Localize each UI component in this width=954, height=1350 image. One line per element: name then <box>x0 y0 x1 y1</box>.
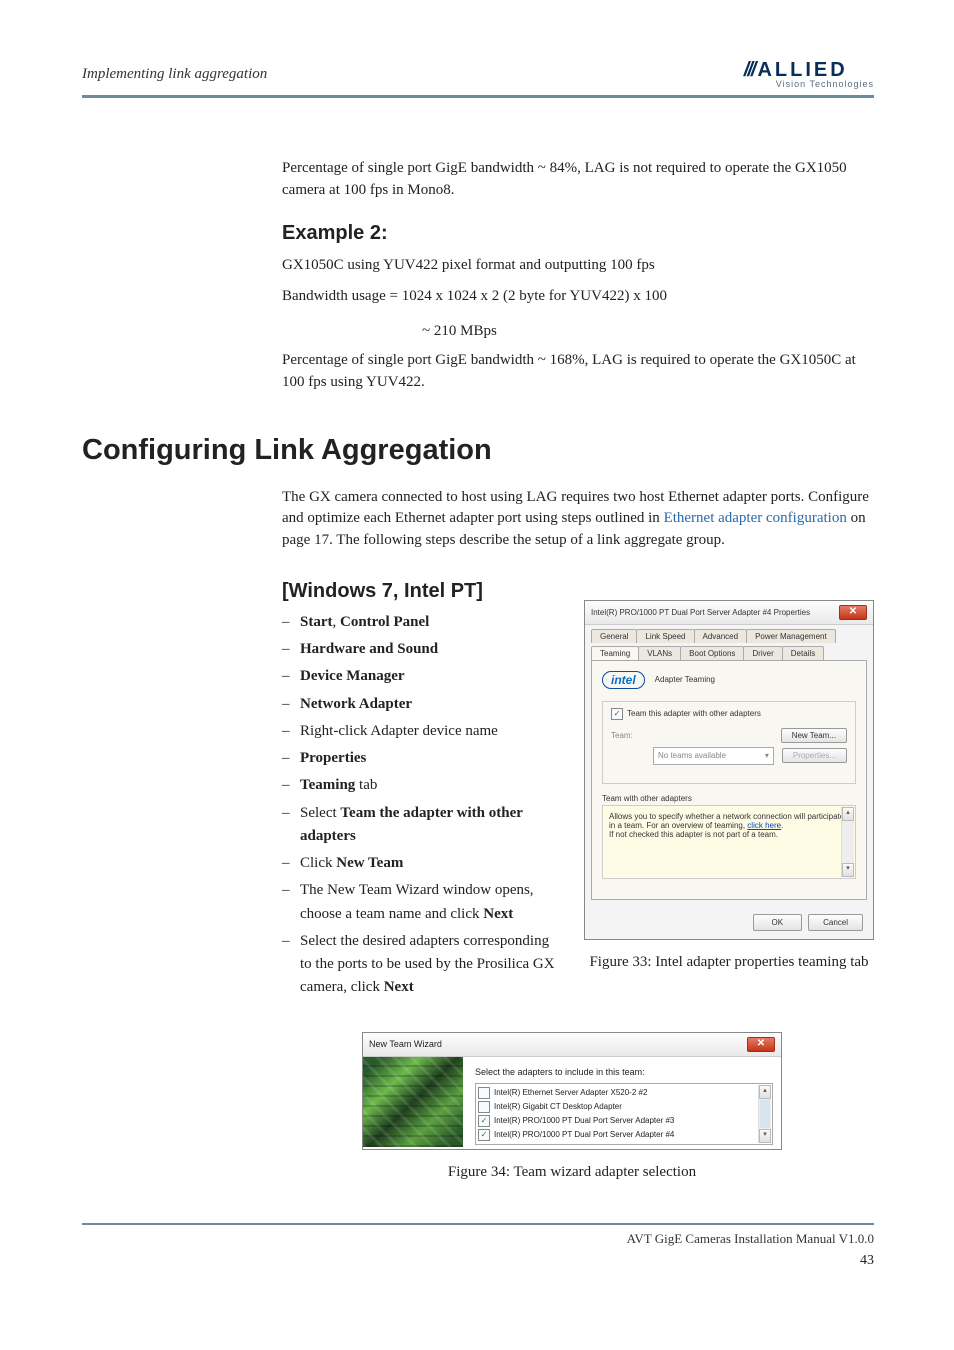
step-item: Right-click Adapter device name <box>282 720 564 743</box>
dialog-title: Intel(R) PRO/1000 PT Dual Port Server Ad… <box>591 608 810 617</box>
adapter-checkbox[interactable]: ✓ <box>478 1115 490 1127</box>
wizard-title: New Team Wizard <box>369 1039 442 1049</box>
adapter-name: Intel(R) PRO/1000 PT Dual Port Server Ad… <box>494 1130 674 1139</box>
step-item: Teaming tab <box>282 774 564 797</box>
example2-line2: Bandwidth usage = 1024 x 1024 x 2 (2 byt… <box>282 286 874 308</box>
step-item: Start, Control Panel <box>282 611 564 634</box>
adapter-item[interactable]: Intel(R) Gigabit CT Desktop Adapter <box>478 1100 756 1114</box>
wizard-image <box>363 1057 463 1147</box>
step-item: The New Team Wizard window opens, choose… <box>282 879 564 926</box>
properties-dialog: Intel(R) PRO/1000 PT Dual Port Server Ad… <box>584 600 874 940</box>
adapter-item[interactable]: ✓ Intel(R) PRO/1000 PT Dual Port Server A… <box>478 1114 756 1128</box>
header-divider <box>82 95 874 98</box>
step-item: Device Manager <box>282 665 564 688</box>
example2-line1: GX1050C using YUV422 pixel format and ou… <box>282 255 874 277</box>
adapter-checkbox[interactable] <box>478 1101 490 1113</box>
brand-logo: ///ALLIED Vision Technologies <box>744 60 874 89</box>
scroll-up-icon[interactable]: ▴ <box>759 1085 771 1099</box>
adapter-item[interactable]: Intel(R) Ethernet Server Adapter X520-2 … <box>478 1086 756 1100</box>
step-item: Click New Team <box>282 852 564 875</box>
intel-logo: intel <box>602 671 645 689</box>
close-icon[interactable]: ✕ <box>839 605 867 620</box>
tab-teaming[interactable]: Teaming <box>591 646 639 660</box>
adapter-checkbox[interactable] <box>478 1087 490 1099</box>
wizard-dialog: New Team Wizard ✕ Select the adapters to… <box>362 1032 782 1150</box>
example2-conclusion: Percentage of single port GigE bandwidth… <box>282 350 874 394</box>
main-heading: Configuring Link Aggregation <box>82 434 874 467</box>
manual-title: AVT GigE Cameras Installation Manual V1.… <box>627 1231 874 1247</box>
adapter-list[interactable]: Intel(R) Ethernet Server Adapter X520-2 … <box>475 1083 773 1145</box>
tab-general[interactable]: General <box>591 629 637 643</box>
step-item: Select Team the adapter with other adapt… <box>282 802 564 849</box>
scroll-down-icon[interactable]: ▾ <box>842 863 854 877</box>
tab-boot-options[interactable]: Boot Options <box>680 646 744 660</box>
step-item: Hardware and Sound <box>282 638 564 661</box>
step-item: Select the desired adapters correspondin… <box>282 930 564 1000</box>
team-dropdown[interactable]: No teams available ▾ <box>653 747 774 765</box>
figure-33-caption: Figure 33: Intel adapter properties team… <box>584 952 874 973</box>
adapter-name: Intel(R) Gigabit CT Desktop Adapter <box>494 1102 622 1111</box>
page-number: 43 <box>82 1253 874 1269</box>
description-box: Allows you to specify whether a network … <box>602 805 856 879</box>
tab-details[interactable]: Details <box>782 646 824 660</box>
group-label: Team with other adapters <box>602 794 856 803</box>
team-label: Team: <box>611 731 645 740</box>
team-checkbox[interactable]: ✓ <box>611 708 623 720</box>
example2-result: ~ 210 MBps <box>422 323 874 340</box>
config-intro: The GX camera connected to host using LA… <box>282 487 874 552</box>
scrollbar[interactable]: ▴ ▾ <box>758 1085 771 1143</box>
scroll-up-icon[interactable]: ▴ <box>842 807 854 821</box>
step-item: Network Adapter <box>282 693 564 716</box>
click-here-link[interactable]: click here <box>747 821 781 830</box>
chevron-down-icon: ▾ <box>765 751 769 760</box>
scroll-down-icon[interactable]: ▾ <box>759 1129 771 1143</box>
wizard-instruction: Select the adapters to include in this t… <box>475 1067 773 1077</box>
team-checkbox-label: Team this adapter with other adapters <box>627 709 761 718</box>
ok-button[interactable]: OK <box>753 914 803 931</box>
tab-advanced[interactable]: Advanced <box>694 629 748 643</box>
cancel-button[interactable]: Cancel <box>808 914 863 931</box>
windows-heading: [Windows 7, Intel PT] <box>282 580 564 603</box>
adapter-item[interactable]: ✓ Intel(R) PRO/1000 PT Dual Port Server A… <box>478 1128 756 1142</box>
figure-34-caption: Figure 34: Team wizard adapter selection <box>362 1162 782 1183</box>
tab-driver[interactable]: Driver <box>743 646 782 660</box>
scrollbar[interactable]: ▴ ▾ <box>841 807 854 877</box>
tab-vlans[interactable]: VLANs <box>638 646 681 660</box>
footer-divider <box>82 1223 874 1225</box>
steps-list: Start, Control Panel Hardware and Sound De… <box>282 611 564 1000</box>
new-team-button[interactable]: New Team... <box>781 728 847 743</box>
section-header: Implementing link aggregation <box>82 66 267 83</box>
step-item: Properties <box>282 747 564 770</box>
adapter-teaming-label: Adapter Teaming <box>655 675 715 684</box>
close-icon[interactable]: ✕ <box>747 1037 775 1052</box>
tab-link-speed[interactable]: Link Speed <box>636 629 694 643</box>
ethernet-config-link[interactable]: Ethernet adapter configuration <box>664 510 847 526</box>
intro-paragraph: Percentage of single port GigE bandwidth… <box>282 158 874 202</box>
example2-heading: Example 2: <box>282 222 874 245</box>
tab-power-management[interactable]: Power Management <box>746 629 836 643</box>
adapter-name: Intel(R) Ethernet Server Adapter X520-2 … <box>494 1088 647 1097</box>
adapter-name: Intel(R) PRO/1000 PT Dual Port Server Ad… <box>494 1116 674 1125</box>
adapter-checkbox[interactable]: ✓ <box>478 1129 490 1141</box>
properties-button[interactable]: Properties... <box>782 748 847 763</box>
